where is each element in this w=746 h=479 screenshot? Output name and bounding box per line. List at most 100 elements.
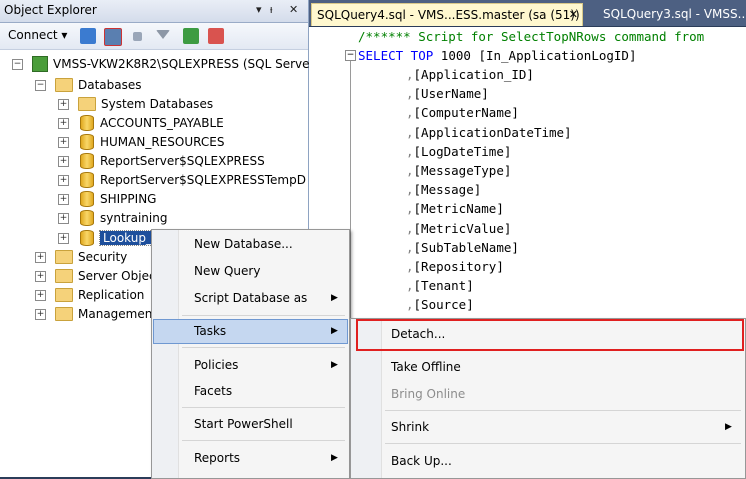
code-comma: ,: [406, 201, 414, 217]
detach-highlight-box: [356, 319, 744, 351]
menu-item-script-database-as[interactable]: Script Database as ▶: [153, 286, 348, 310]
code-comma: ,: [406, 67, 414, 82]
database-icon: [80, 229, 94, 246]
disconnect-icon[interactable]: [104, 28, 122, 46]
stop-icon[interactable]: [133, 32, 142, 41]
menu-item-facets[interactable]: Facets: [153, 379, 348, 403]
code-column-name: [Source]: [413, 297, 474, 313]
code-comma: ,: [406, 239, 414, 255]
expand-icon[interactable]: +: [58, 118, 69, 129]
window-position-icon[interactable]: ▾: [256, 3, 262, 16]
expand-icon[interactable]: +: [58, 99, 69, 110]
tree-node-database[interactable]: ReportServer$SQLEXPRESSTempDB: [80, 171, 306, 189]
code-column-line: ,[Message]: [406, 180, 481, 199]
tree-node-database[interactable]: SHIPPING: [80, 190, 156, 208]
close-icon[interactable]: ✕: [289, 3, 298, 16]
code-column-line: ,[MessageType]: [406, 161, 511, 180]
code-column-name: [SubTableName]: [413, 239, 519, 255]
code-comma: ,: [406, 86, 414, 102]
menu-item-policies[interactable]: Policies ▶: [153, 353, 348, 377]
connect-object-explorer-icon[interactable]: [80, 28, 96, 44]
tree-node-replication[interactable]: Replication: [55, 286, 144, 304]
tab-sqlquery4[interactable]: SQLQuery4.sql - VMS...ESS.master (sa (51…: [311, 3, 583, 26]
close-tab-icon[interactable]: ✕: [569, 4, 578, 26]
expand-icon[interactable]: +: [58, 156, 69, 167]
menu-separator: [385, 410, 741, 411]
submenu-arrow-icon: ▶: [331, 326, 338, 336]
expand-icon[interactable]: +: [35, 309, 46, 320]
connect-button[interactable]: Connect ▾: [8, 28, 67, 42]
tree-node-database[interactable]: syntraining: [80, 209, 167, 227]
code-select-line: SELECT TOP 1000 [In_ApplicationLogID]: [358, 48, 637, 63]
code-comma: ,: [406, 163, 414, 178]
collapse-icon[interactable]: −: [12, 59, 23, 70]
pin-icon[interactable]: ᵼ: [270, 3, 272, 16]
document-tab-bar: SQLQuery4.sql - VMS...ESS.master (sa (51…: [309, 0, 746, 26]
database-icon: [80, 209, 94, 226]
activity-monitor-icon[interactable]: [208, 28, 224, 44]
collapse-icon[interactable]: −: [35, 80, 46, 91]
code-comma: ,: [406, 124, 414, 140]
menu-item-bring-online: Bring Online: [391, 387, 466, 401]
expand-icon[interactable]: +: [58, 194, 69, 205]
filter-icon[interactable]: [156, 30, 170, 39]
database-icon: [80, 171, 94, 188]
code-comma: ,: [406, 297, 414, 313]
code-column-line: ,[Source]: [406, 295, 474, 314]
folder-icon: [55, 268, 73, 283]
expand-icon[interactable]: +: [35, 290, 46, 301]
menu-item-start-powershell[interactable]: Start PowerShell: [153, 412, 348, 436]
tree-node-server[interactable]: VMSS-VKW2K8R2\SQLEXPRESS (SQL Serve: [32, 55, 310, 73]
submenu-arrow-icon: ▶: [331, 293, 338, 303]
code-column-line: ,[MetricValue]: [406, 219, 511, 238]
expand-icon[interactable]: +: [58, 137, 69, 148]
menu-item-reports[interactable]: Reports ▶: [153, 446, 348, 470]
tree-node-database[interactable]: HUMAN_RESOURCES: [80, 133, 224, 151]
menu-item-new-query[interactable]: New Query: [153, 259, 348, 283]
menu-item-take-offline[interactable]: Take Offline: [352, 355, 742, 379]
menu-separator: [182, 347, 345, 348]
tree-node-databases[interactable]: Databases: [55, 76, 142, 94]
submenu-arrow-icon: ▶: [331, 360, 338, 370]
code-column-line: ,[MetricName]: [406, 199, 504, 218]
submenu-arrow-icon: ▶: [331, 453, 338, 463]
code-column-name: [MessageType]: [413, 163, 512, 178]
code-comment: /****** Script for SelectTopNRows comman…: [358, 29, 705, 44]
refresh-icon[interactable]: [183, 28, 199, 44]
tree-node-management[interactable]: Management: [55, 305, 157, 323]
submenu-arrow-icon: ▶: [725, 422, 732, 432]
server-icon: [32, 55, 48, 72]
code-column-line: ,[Application_ID]: [406, 65, 534, 84]
code-comma: ,: [406, 259, 414, 274]
code-column-line: ,[LogDateTime]: [406, 142, 511, 161]
menu-item-tasks[interactable]: Tasks ▶: [153, 319, 348, 344]
tree-node-database[interactable]: ReportServer$SQLEXPRESS: [80, 152, 265, 170]
tree-node-server-objects[interactable]: Server Objec: [55, 267, 156, 285]
tree-node-database-selected[interactable]: Lookup_T: [80, 229, 164, 247]
tab-sqlquery3[interactable]: SQLQuery3.sql - VMSS...: [599, 3, 746, 25]
expand-icon[interactable]: +: [58, 233, 69, 244]
tree-node-security[interactable]: Security: [55, 248, 127, 266]
database-context-menu: New Database... New Query Script Databas…: [151, 229, 350, 479]
expand-icon[interactable]: +: [58, 213, 69, 224]
code-column-line: ,[UserName]: [406, 84, 489, 103]
expand-icon[interactable]: +: [35, 252, 46, 263]
menu-item-back-up[interactable]: Back Up...: [352, 449, 742, 473]
menu-separator: [182, 407, 345, 408]
menu-item-new-database[interactable]: New Database...: [153, 232, 348, 256]
code-column-name: [LogDateTime]: [413, 143, 512, 159]
expand-icon[interactable]: +: [35, 271, 46, 282]
code-column-name: [Tenant]: [413, 278, 474, 294]
code-column-name: [MetricName]: [413, 201, 504, 217]
code-comma: ,: [406, 105, 414, 121]
tree-node-system-databases[interactable]: System Databases: [78, 95, 213, 113]
outline-collapse-icon[interactable]: −: [345, 50, 356, 61]
menu-item-shrink[interactable]: Shrink ▶: [352, 415, 742, 439]
menu-separator: [182, 315, 345, 316]
code-comma: ,: [406, 143, 414, 159]
folder-icon: [55, 77, 73, 92]
expand-icon[interactable]: +: [58, 175, 69, 186]
code-column-name: [ComputerName]: [413, 105, 519, 121]
code-column-line: ,[ApplicationDateTime]: [406, 123, 572, 142]
tree-node-database[interactable]: ACCOUNTS_PAYABLE: [80, 114, 224, 132]
